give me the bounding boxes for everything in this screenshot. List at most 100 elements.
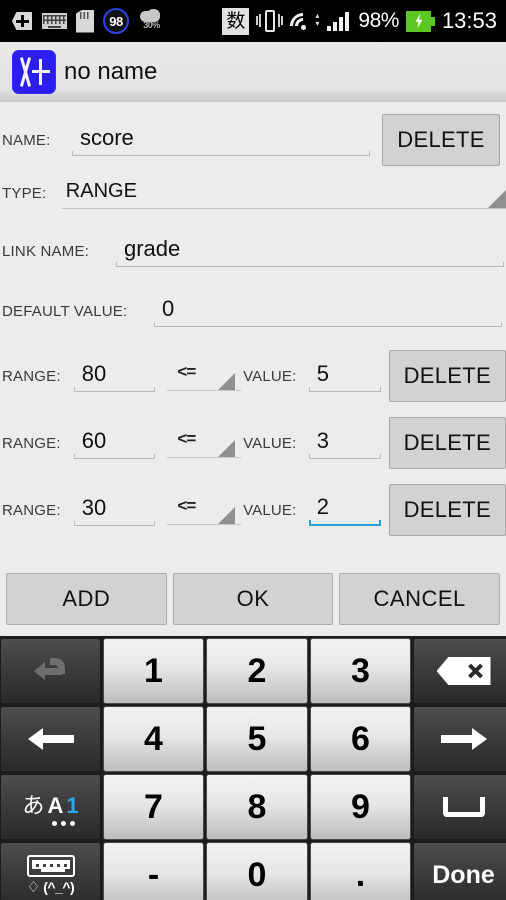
ime-digit-char: 1 — [66, 793, 79, 818]
range-row: RANGE: 80 <= VALUE: 5 DELETE — [0, 350, 506, 402]
cancel-button[interactable]: CANCEL — [339, 573, 501, 625]
range-delete-button[interactable]: DELETE — [388, 417, 506, 469]
variable-form: NAME: score DELETE TYPE: RANGE LINK NAME… — [0, 102, 506, 564]
keyboard-icon — [42, 13, 67, 29]
key-space[interactable] — [413, 774, 506, 840]
clock-label: 13:53 — [441, 8, 497, 33]
range-operator-spinner[interactable]: <= — [167, 361, 242, 391]
key-8[interactable]: 8 — [206, 774, 308, 840]
vibrate-icon — [256, 9, 284, 33]
default-value-input[interactable]: 0 — [154, 296, 502, 327]
battery-percent-98-icon: 98 — [103, 8, 129, 34]
key-5[interactable]: 5 — [206, 706, 308, 772]
action-bar: ADD OK CANCEL — [0, 568, 506, 630]
range-threshold-input[interactable]: 60 — [73, 427, 156, 459]
value-label: VALUE: — [243, 434, 297, 452]
battery-percent-label: 98% — [358, 9, 399, 32]
name-input-value: score — [80, 124, 134, 150]
name-label: NAME: — [2, 131, 51, 149]
range-delete-button[interactable]: DELETE — [388, 350, 506, 402]
key-9[interactable]: 9 — [310, 774, 411, 840]
key-0[interactable]: 0 — [206, 842, 308, 900]
key-backspace[interactable] — [413, 638, 506, 704]
chevron-down-icon — [218, 373, 236, 390]
range-operator-spinner[interactable]: <= — [167, 495, 242, 525]
key-ime-switch[interactable]: あ A 1 — [0, 774, 101, 840]
page-title: no name — [64, 58, 158, 85]
range-label: RANGE: — [2, 434, 61, 452]
status-bar: 98 30% 数 ▴ ▾ 98% 13:53 — [0, 0, 506, 45]
type-spinner[interactable]: RANGE — [61, 178, 506, 209]
default-value-label: DEFAULT VALUE: — [2, 303, 128, 320]
key-4[interactable]: 4 — [103, 706, 204, 772]
range-delete-button[interactable]: DELETE — [388, 484, 506, 536]
key-arrow-left[interactable] — [0, 706, 101, 772]
ime-switch-icon: あ A 1 — [22, 788, 79, 826]
default-value-input-value: 0 — [162, 296, 175, 321]
range-operator-value: <= — [177, 362, 196, 381]
screen: 98 30% 数 ▴ ▾ 98% 13:53 no name NAME: sco… — [0, 0, 506, 900]
emoticon-label: (^_^) — [43, 879, 75, 895]
undo-icon — [33, 656, 68, 686]
key-1[interactable]: 1 — [103, 638, 204, 704]
sd-card-icon — [76, 9, 94, 33]
flower-icon: ♢ — [26, 877, 41, 896]
range-value-text: 3 — [316, 427, 330, 453]
link-name-input-value: grade — [124, 236, 181, 261]
key-6[interactable]: 6 — [310, 706, 411, 772]
range-value-input-focused[interactable]: 2 — [308, 494, 381, 526]
range-threshold-input[interactable]: 80 — [73, 360, 156, 392]
name-input[interactable]: score — [72, 125, 370, 156]
range-label: RANGE: — [2, 367, 61, 385]
value-label: VALUE: — [243, 367, 297, 385]
chevron-down-icon — [218, 440, 236, 457]
key-done[interactable]: Done — [413, 842, 506, 900]
value-label: VALUE: — [243, 501, 297, 519]
ime-indicator-icon: 数 — [222, 7, 250, 35]
range-operator-spinner[interactable]: <= — [167, 428, 242, 458]
key-2[interactable]: 2 — [206, 638, 308, 704]
name-row: NAME: score DELETE — [0, 114, 506, 166]
more-options-dots-icon — [52, 821, 75, 826]
add-button[interactable]: ADD — [6, 573, 167, 625]
range-threshold-value: 30 — [81, 494, 107, 520]
link-name-row: LINK NAME: grade — [0, 236, 506, 267]
status-bar-left-icons: 98 30% — [0, 8, 164, 34]
ime-kana-char: あ — [22, 794, 45, 819]
ime-alpha-char: A — [47, 793, 64, 818]
type-label: TYPE: — [2, 185, 47, 202]
status-bar-right-icons: 数 ▴ ▾ 98% 13:53 — [222, 7, 506, 45]
range-value-text: 2 — [316, 494, 330, 519]
range-row: RANGE: 30 <= VALUE: 2 DELETE — [0, 484, 506, 536]
range-operator-value: <= — [177, 496, 196, 515]
arrow-right-icon — [440, 728, 487, 750]
battery-charging-icon — [405, 10, 435, 32]
key-undo[interactable] — [0, 638, 101, 704]
key-keyboard-settings[interactable]: ♢ (^_^) — [0, 842, 101, 900]
backspace-icon — [436, 657, 491, 685]
space-icon — [442, 797, 485, 817]
cloud-30-percent-icon: 30% — [138, 9, 164, 33]
key-minus[interactable]: - — [103, 842, 204, 900]
ok-button[interactable]: OK — [172, 573, 334, 625]
numeric-keyboard: 1 2 3 4 5 6 あ A 1 7 8 9 ♢ (^_^) - 0 . Do… — [0, 636, 506, 900]
key-arrow-right[interactable] — [413, 706, 506, 772]
signal-bars-icon — [327, 11, 351, 31]
key-3[interactable]: 3 — [310, 638, 411, 704]
range-threshold-value: 80 — [81, 360, 107, 386]
key-7[interactable]: 7 — [103, 774, 204, 840]
plus-tag-icon — [8, 10, 33, 32]
range-value-input[interactable]: 3 — [308, 427, 381, 459]
name-delete-button[interactable]: DELETE — [382, 114, 500, 166]
default-value-row: DEFAULT VALUE: 0 — [0, 296, 506, 327]
range-threshold-input[interactable]: 30 — [73, 494, 156, 526]
x-plus-logo-icon — [12, 50, 56, 94]
range-threshold-value: 60 — [81, 427, 107, 453]
range-value-text: 5 — [316, 360, 330, 386]
link-name-input[interactable]: grade — [116, 236, 504, 267]
range-value-input[interactable]: 5 — [308, 360, 381, 392]
range-row: RANGE: 60 <= VALUE: 3 DELETE — [0, 417, 506, 469]
key-period[interactable]: . — [310, 842, 411, 900]
type-row: TYPE: RANGE — [0, 178, 506, 209]
app-header: no name — [0, 42, 506, 102]
